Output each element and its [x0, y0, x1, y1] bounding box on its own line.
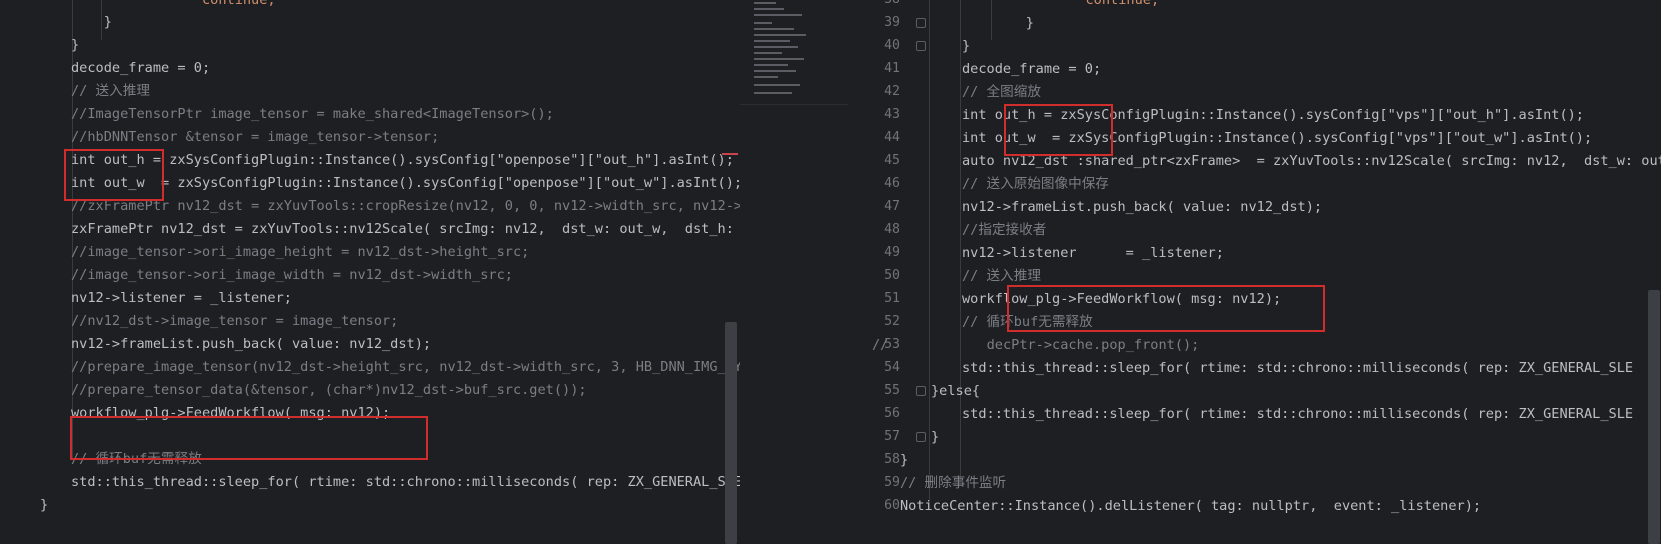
line-number: 40 — [884, 38, 900, 53]
minimap-line — [754, 34, 806, 36]
fold-marker-icon[interactable] — [916, 432, 926, 442]
code-line: } — [40, 497, 49, 513]
code-line: decode_frame = 0; — [71, 60, 211, 76]
code-line: // decPtr->cache.pop_front(); — [872, 337, 1200, 353]
line-number: 42 — [884, 84, 900, 99]
code-line: //hbDNNTensor &tensor = image_tensor->te… — [71, 129, 440, 145]
fold-marker-icon[interactable] — [916, 386, 926, 396]
code-line: }else{ — [931, 383, 981, 399]
minimap-line — [754, 76, 778, 78]
line-number: 50 — [884, 268, 900, 283]
line-number: 60 — [884, 498, 900, 513]
indent-guide — [991, 0, 992, 40]
code-line: //image_tensor->ori_image_width = nv12_d… — [71, 267, 513, 283]
minimap-line — [754, 92, 792, 94]
code-line-out-w: int out_w = zxSysConfigPlugin::Instance(… — [71, 175, 740, 191]
code-line: zxFramePtr nv12_dst = zxYuvTools::nv12Sc… — [71, 221, 740, 237]
indent-guide — [929, 0, 930, 500]
code-line: } — [931, 429, 940, 445]
code-line: NoticeCenter::Instance().delListener( ta… — [900, 498, 1482, 514]
minimap-line — [754, 2, 776, 4]
line-number: 47 — [884, 199, 900, 214]
minimap-divider — [740, 104, 848, 105]
editor-pane-left[interactable]: continue; } } decode_frame = 0; // 送入推理 … — [0, 0, 740, 544]
minimap-line — [754, 40, 790, 42]
annotation-box — [1007, 285, 1325, 332]
code-line: //image_tensor->ori_image_height = nv12_… — [71, 244, 530, 260]
minimap-line — [754, 8, 784, 10]
line-number: 55 — [884, 383, 900, 398]
code-line: } — [900, 452, 909, 468]
indent-guide — [960, 0, 961, 480]
code-line: //prepare_image_tensor(nv12_dst->height_… — [71, 359, 740, 375]
code-line: nv12->frameList.push_back( value: nv12_d… — [962, 199, 1323, 215]
minimap-line — [754, 84, 800, 86]
vertical-scrollbar[interactable] — [725, 322, 737, 544]
code-line: nv12->frameList.push_back( value: nv12_d… — [71, 336, 432, 352]
line-number: 45 — [884, 153, 900, 168]
code-line: // 删除事件监听 — [900, 475, 1007, 491]
line-number: 43 — [884, 107, 900, 122]
line-number: 39 — [884, 15, 900, 30]
line-number: 52 — [884, 314, 900, 329]
line-number: 57 — [884, 429, 900, 444]
code-line: // 全图缩放 — [962, 84, 1041, 100]
code-line: continue; — [1020, 0, 1160, 8]
annotation-box — [70, 416, 428, 460]
code-line: //prepare_tensor_data(&tensor, (char*)nv… — [71, 382, 587, 398]
minimap-line — [754, 58, 804, 60]
annotation-box — [1004, 104, 1113, 156]
line-number: 54 — [884, 360, 900, 375]
code-line: } — [71, 14, 112, 30]
line-number: 48 — [884, 222, 900, 237]
vertical-scrollbar[interactable] — [1648, 290, 1660, 544]
code-line: //指定接收者 — [962, 222, 1047, 238]
fold-marker-icon[interactable] — [916, 41, 926, 51]
code-line: nv12->listener = _listener; — [71, 290, 292, 306]
code-minimap[interactable] — [740, 0, 848, 544]
minimap-line — [754, 22, 772, 24]
code-line: std::this_thread::sleep_for( rtime: std:… — [962, 406, 1634, 422]
line-number: 58 — [884, 452, 900, 467]
line-number: 49 — [884, 245, 900, 260]
error-marker — [722, 153, 738, 155]
code-line: } — [993, 15, 1034, 31]
line-number: 41 — [884, 61, 900, 76]
code-line: // 送入原始图像中保存 — [962, 176, 1109, 192]
line-number: 44 — [884, 130, 900, 145]
code-line: //nv12_dst->image_tensor = image_tensor; — [71, 313, 399, 329]
line-number: 51 — [884, 291, 900, 306]
minimap-line — [754, 70, 796, 72]
code-line: } — [962, 38, 971, 54]
minimap-line — [754, 52, 782, 54]
fold-marker-icon[interactable] — [916, 18, 926, 28]
code-line: decode_frame = 0; — [962, 61, 1102, 77]
minimap-line — [754, 46, 798, 48]
code-line: //zxFramePtr nv12_dst = zxYuvTools::crop… — [71, 198, 740, 214]
code-line: } — [71, 37, 80, 53]
line-number: 56 — [884, 406, 900, 421]
code-line: std::this_thread::sleep_for( rtime: std:… — [962, 360, 1634, 376]
code-line: nv12->listener = _listener; — [962, 245, 1224, 261]
line-number: 46 — [884, 176, 900, 191]
minimap-line — [754, 14, 802, 16]
code-line: // 送入推理 — [71, 83, 150, 99]
code-line: std::this_thread::sleep_for( rtime: std:… — [71, 474, 740, 490]
annotation-box — [64, 149, 164, 201]
code-line: //ImageTensorPtr image_tensor = make_sha… — [71, 106, 554, 122]
line-number: 59 — [884, 475, 900, 490]
editor-pane-right[interactable]: 38 39 40 41 42 43 44 45 46 47 48 49 50 5… — [848, 0, 1661, 544]
minimap-line — [754, 28, 794, 30]
minimap-line — [754, 64, 788, 66]
code-line-out-h: int out_h = zxSysConfigPlugin::Instance(… — [71, 152, 734, 168]
